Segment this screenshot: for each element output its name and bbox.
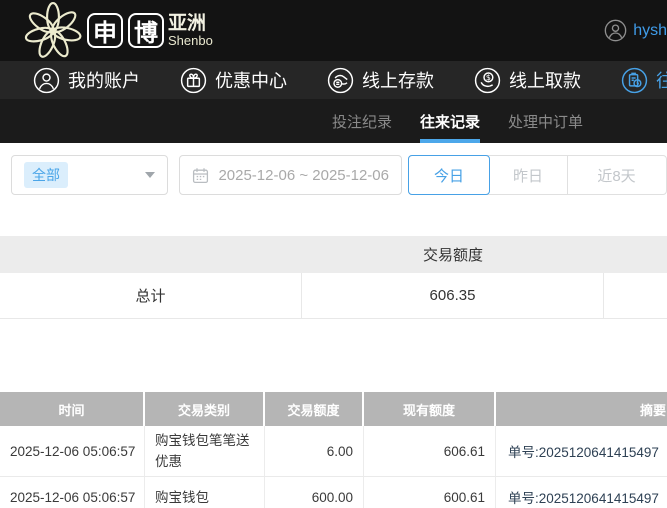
flower-logo-icon: [24, 2, 82, 58]
tab-label: 投注纪录: [332, 113, 393, 131]
logo-char-2: 博: [128, 13, 164, 48]
summary-header-row: 交易额度: [0, 236, 667, 273]
nav-item-label: 我的账户: [68, 71, 140, 91]
header-summary: 摘要: [639, 402, 666, 418]
user-avatar-icon: [604, 19, 627, 42]
last-8-days-button-label: 近8天: [597, 167, 636, 185]
top-bar: 申 博 亚洲 Shenbo hysh: [0, 0, 667, 61]
svg-text:$: $: [486, 73, 491, 82]
nav-item-promotions[interactable]: 优惠中心: [180, 67, 287, 94]
chevron-down-icon: [145, 172, 156, 178]
nav-item-label: 线上取款: [509, 71, 581, 91]
cell-amount: 6.00: [265, 426, 364, 476]
nav-item-my-account[interactable]: 我的账户: [33, 67, 140, 94]
record-tabs: 投注纪录 往来记录 处理中订单: [0, 99, 667, 143]
summary-empty-cell: [604, 273, 667, 318]
cell-summary: 单号:2025120641415497: [508, 445, 659, 460]
tab-betting-records[interactable]: 投注纪录: [332, 99, 392, 143]
person-icon: [33, 67, 60, 93]
cell-balance: 600.61: [364, 477, 496, 508]
header-amount: 交易额度: [265, 392, 364, 426]
brand-logo[interactable]: 申 博 亚洲 Shenbo: [24, 1, 213, 60]
filter-row: 全部 2025-12-06 ~ 2025-12-06 今日 昨日 近8天: [11, 155, 667, 195]
nav-item-label: 优惠中心: [215, 71, 287, 91]
table-header-row: 时间 交易类别 交易额度 现有额度 摘要: [0, 392, 667, 426]
logo-region: 亚洲: [168, 12, 207, 34]
table-row: 2025-12-06 05:06:57 购宝钱包笔笔送优惠 6.00 606.6…: [0, 426, 667, 477]
today-button[interactable]: 今日: [408, 155, 490, 195]
last-8-days-button[interactable]: 近8天: [568, 156, 665, 194]
tab-transaction-records[interactable]: 往来记录: [420, 99, 481, 143]
nav-item-label: 线上存款: [362, 71, 434, 91]
tab-label: 往来记录: [420, 113, 481, 131]
records-clipboard-clock-icon: [621, 67, 648, 93]
summary-header-amount: 交易额度: [422, 247, 483, 264]
tab-pending-orders[interactable]: 处理中订单: [508, 99, 583, 143]
nav-item-label: 往来记录: [656, 71, 667, 91]
summary-total-value: 606.35: [302, 273, 604, 318]
calendar-icon: [193, 167, 209, 183]
cell-summary: 单号:2025120641415497: [508, 491, 659, 506]
date-range-input[interactable]: 2025-12-06 ~ 2025-12-06: [179, 155, 402, 195]
gift-icon: [180, 67, 207, 93]
cell-amount: 600.00: [265, 477, 364, 508]
nav-item-transaction-records[interactable]: 往来记录: [621, 67, 667, 94]
transactions-table: 时间 交易类别 交易额度 现有额度 摘要 2025-12-06 05:06:57…: [0, 392, 667, 508]
account-menu[interactable]: hysh: [604, 19, 667, 42]
selected-type-chip: 全部: [24, 162, 68, 188]
page: 申 博 亚洲 Shenbo hysh 我的账户 优惠中心 线上存款 $ 线上取款…: [0, 0, 667, 508]
header-time: 时间: [0, 392, 145, 426]
cell-type: 购宝钱包笔笔送优惠: [145, 426, 265, 476]
nav-item-deposit[interactable]: 线上存款: [327, 67, 434, 94]
cell-balance: 606.61: [364, 426, 496, 476]
cell-time: 2025-12-06 05:06:57: [0, 477, 145, 508]
withdraw-dollar-hand-icon: $: [474, 67, 501, 93]
username: hysh: [633, 21, 667, 39]
transaction-type-select[interactable]: 全部: [11, 155, 169, 195]
summary-total-row: 总计 606.35: [0, 273, 667, 319]
table-row: 2025-12-06 05:06:57 购宝钱包 600.00 600.61 单…: [0, 477, 667, 508]
header-balance: 现有额度: [364, 392, 496, 426]
nav-item-withdraw[interactable]: $ 线上取款: [474, 67, 581, 94]
deposit-hand-coin-icon: [327, 67, 354, 93]
quick-date-buttons: 今日 昨日 近8天: [408, 155, 667, 195]
cell-type: 购宝钱包: [145, 477, 265, 508]
tab-label: 处理中订单: [508, 113, 584, 131]
today-button-label: 今日: [433, 167, 464, 185]
main-nav: 我的账户 优惠中心 线上存款 $ 线上取款 往: [0, 61, 667, 99]
header-type: 交易类别: [145, 392, 265, 426]
summary-table: 交易额度 总计 606.35: [0, 236, 667, 319]
logo-subtitle: Shenbo: [168, 32, 213, 48]
logo-char-1: 申: [87, 13, 123, 48]
yesterday-button[interactable]: 昨日: [489, 156, 568, 194]
logo-suffix: 亚洲 Shenbo: [168, 12, 213, 48]
cell-time: 2025-12-06 05:06:57: [0, 426, 145, 476]
date-range-value: 2025-12-06 ~ 2025-12-06: [218, 166, 389, 184]
summary-total-label: 总计: [0, 273, 302, 318]
yesterday-button-label: 昨日: [512, 167, 543, 185]
